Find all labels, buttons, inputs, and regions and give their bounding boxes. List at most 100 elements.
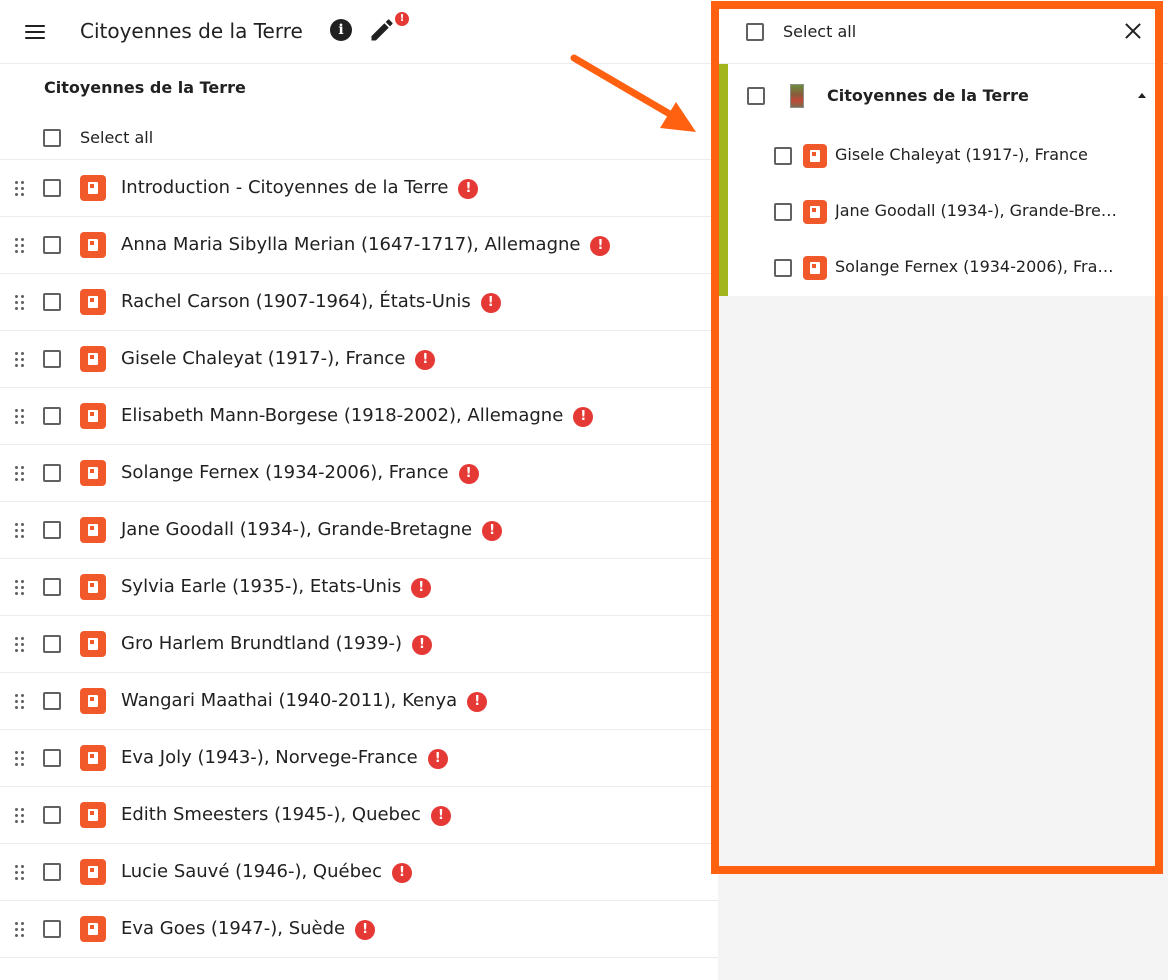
item-checkbox[interactable] <box>43 521 61 539</box>
drag-handle-icon[interactable] <box>14 921 26 939</box>
warning-icon: ! <box>427 749 448 769</box>
warning-icon: ! <box>482 521 503 541</box>
item-label: Eva Goes (1947-), Suède! <box>121 918 376 940</box>
item-checkbox[interactable] <box>43 407 61 425</box>
item-label: Gisele Chaleyat (1917-), France! <box>121 348 436 370</box>
group-items: Gisele Chaleyat (1917-), France Jane Good… <box>718 128 1168 296</box>
warning-icon: ! <box>480 293 501 313</box>
item-checkbox[interactable] <box>43 179 61 197</box>
group-title: Citoyennes de la Terre <box>827 86 1029 105</box>
drag-handle-icon[interactable] <box>14 465 26 483</box>
document-icon <box>80 916 106 942</box>
item-checkbox[interactable] <box>43 806 61 824</box>
panel-select-all-label: Select all <box>783 22 857 41</box>
list-item[interactable]: Rachel Carson (1907-1964), États-Unis! <box>0 274 718 331</box>
document-icon <box>80 802 106 828</box>
drag-handle-icon[interactable] <box>14 180 26 198</box>
panel-list-item[interactable]: Jane Goodall (1934-), Grande-Bretagne <box>718 184 1168 240</box>
item-title: Introduction - Citoyennes de la Terre <box>121 177 449 198</box>
drag-handle-icon[interactable] <box>14 237 26 255</box>
item-title: Edith Smeesters (1945-), Quebec <box>121 804 421 825</box>
panel-list-item[interactable]: Solange Fernex (1934-2006), France <box>718 240 1168 296</box>
warning-icon: ! <box>411 635 432 655</box>
warning-icon: ! <box>458 179 479 199</box>
document-icon <box>80 745 106 771</box>
pencil-icon[interactable] <box>368 16 396 44</box>
item-label: Sylvia Earle (1935-), Etats-Unis! <box>121 576 432 598</box>
item-title: Lucie Sauvé (1946-), Québec <box>121 861 382 882</box>
hamburger-menu-icon[interactable] <box>22 20 50 44</box>
list-item[interactable]: Anna Maria Sibylla Merian (1647-1717), A… <box>0 217 718 274</box>
document-icon <box>80 631 106 657</box>
drag-handle-icon[interactable] <box>14 351 26 369</box>
top-app-bar: Citoyennes de la Terre i ! <box>0 0 718 64</box>
list-item[interactable]: Edith Smeesters (1945-), Quebec! <box>0 787 718 844</box>
warning-icon: ! <box>415 350 436 370</box>
select-all-label: Select all <box>80 128 154 147</box>
group-header[interactable]: Citoyennes de la Terre <box>718 64 1168 128</box>
list-item[interactable]: Introduction - Citoyennes de la Terre! <box>0 160 718 217</box>
info-icon[interactable]: i <box>330 19 352 41</box>
panel-item-label: Jane Goodall (1934-), Grande-Bretagne <box>835 201 1117 220</box>
panel-item-checkbox[interactable] <box>774 259 792 277</box>
item-checkbox[interactable] <box>43 350 61 368</box>
panel-header: Select all <box>718 0 1168 64</box>
list-item[interactable]: Gro Harlem Brundtland (1939-)! <box>0 616 718 673</box>
drag-handle-icon[interactable] <box>14 807 26 825</box>
document-icon <box>803 200 827 224</box>
close-icon[interactable] <box>1122 20 1144 42</box>
warning-icon: ! <box>411 578 432 598</box>
item-checkbox[interactable] <box>43 464 61 482</box>
list-item[interactable]: Lucie Sauvé (1946-), Québec! <box>0 844 718 901</box>
panel-item-checkbox[interactable] <box>774 203 792 221</box>
item-label: Jane Goodall (1934-), Grande-Bretagne! <box>121 519 503 541</box>
list-item[interactable]: Wangari Maathai (1940-2011), Kenya! <box>0 673 718 730</box>
collapse-caret-icon[interactable] <box>1138 93 1146 98</box>
list-item[interactable]: Eva Goes (1947-), Suède! <box>0 901 718 958</box>
drag-handle-icon[interactable] <box>14 636 26 654</box>
item-checkbox[interactable] <box>43 635 61 653</box>
drag-handle-icon[interactable] <box>14 750 26 768</box>
panel-list-item[interactable]: Gisele Chaleyat (1917-), France <box>718 128 1168 184</box>
panel-select-all-checkbox[interactable] <box>746 23 764 41</box>
warning-icon: ! <box>430 806 451 826</box>
select-all-checkbox[interactable] <box>43 129 61 147</box>
item-label: Lucie Sauvé (1946-), Québec! <box>121 861 412 883</box>
item-title: Sylvia Earle (1935-), Etats-Unis <box>121 576 402 597</box>
item-label: Anna Maria Sibylla Merian (1647-1717), A… <box>121 234 611 256</box>
select-all-row: Select all <box>0 118 718 160</box>
list-item[interactable]: Gisele Chaleyat (1917-), France! <box>0 331 718 388</box>
item-title: Gro Harlem Brundtland (1939-) <box>121 633 402 654</box>
item-checkbox[interactable] <box>43 236 61 254</box>
item-checkbox[interactable] <box>43 578 61 596</box>
item-checkbox[interactable] <box>43 749 61 767</box>
document-icon <box>80 232 106 258</box>
list-item[interactable]: Solange Fernex (1934-2006), France! <box>0 445 718 502</box>
drag-handle-icon[interactable] <box>14 522 26 540</box>
panel-item-checkbox[interactable] <box>774 147 792 165</box>
group-checkbox[interactable] <box>747 87 765 105</box>
drag-handle-icon[interactable] <box>14 294 26 312</box>
list-item[interactable]: Eva Joly (1943-), Norvege-France! <box>0 730 718 787</box>
list-item[interactable]: Sylvia Earle (1935-), Etats-Unis! <box>0 559 718 616</box>
item-checkbox[interactable] <box>43 920 61 938</box>
item-checkbox[interactable] <box>43 692 61 710</box>
item-checkbox[interactable] <box>43 293 61 311</box>
drag-handle-icon[interactable] <box>14 864 26 882</box>
warning-icon: ! <box>458 464 479 484</box>
list-item[interactable]: Elisabeth Mann-Borgese (1918-2002), Alle… <box>0 388 718 445</box>
list-item[interactable]: Jane Goodall (1934-), Grande-Bretagne! <box>0 502 718 559</box>
document-icon <box>80 403 106 429</box>
document-icon <box>803 144 827 168</box>
drag-handle-icon[interactable] <box>14 408 26 426</box>
item-title: Jane Goodall (1934-), Grande-Bretagne <box>121 519 473 540</box>
drag-handle-icon[interactable] <box>14 579 26 597</box>
item-title: Wangari Maathai (1940-2011), Kenya <box>121 690 458 711</box>
item-checkbox[interactable] <box>43 863 61 881</box>
drag-handle-icon[interactable] <box>14 693 26 711</box>
selection-panel: Select all Citoyennes de la Terre Gisele… <box>718 0 1168 980</box>
item-title: Rachel Carson (1907-1964), États-Unis <box>121 291 471 312</box>
warning-icon: ! <box>355 920 376 940</box>
item-title: Gisele Chaleyat (1917-), France <box>121 348 406 369</box>
document-icon <box>80 289 106 315</box>
